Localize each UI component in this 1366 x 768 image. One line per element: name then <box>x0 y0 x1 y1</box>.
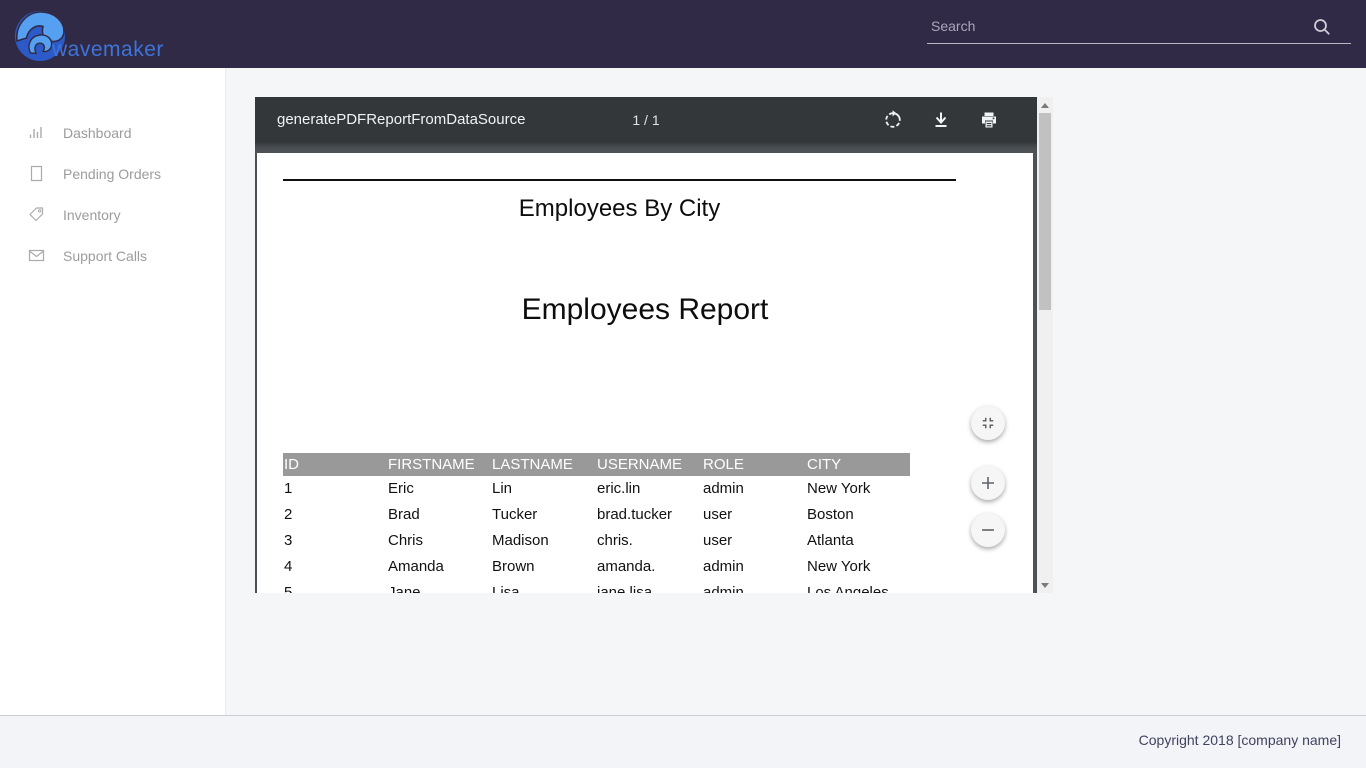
sidebar-item-inventory[interactable]: Inventory <box>0 194 225 235</box>
column-header: FIRSTNAME <box>387 453 491 476</box>
sidebar-item-label: Inventory <box>63 207 121 223</box>
table-row: 1 Eric Lin eric.lin admin New York <box>283 476 910 502</box>
table-cell: Jane <box>387 580 491 593</box>
report-header-rule <box>283 179 956 181</box>
table-cell: user <box>702 528 806 554</box>
copyright-text: Copyright 2018 [company name] <box>1139 732 1341 748</box>
table-cell: admin <box>702 554 806 580</box>
table-cell: brad.tucker <box>596 502 702 528</box>
column-header: LASTNAME <box>491 453 596 476</box>
table-cell: admin <box>702 476 806 502</box>
sidebar-nav: Dashboard Pending Orders Inventory Suppo… <box>0 68 226 715</box>
print-icon[interactable] <box>977 108 1001 132</box>
search-box <box>927 14 1351 50</box>
table-cell: Lin <box>491 476 596 502</box>
table-cell: New York <box>806 476 910 502</box>
scroll-down-icon[interactable] <box>1037 577 1053 593</box>
table-cell: Eric <box>387 476 491 502</box>
pdf-toolbar: generatePDFReportFromDataSource 1 / 1 <box>255 97 1037 143</box>
table-cell: Boston <box>806 502 910 528</box>
minus-icon <box>980 522 996 538</box>
table-cell: user <box>702 502 806 528</box>
table-row: 2 Brad Tucker brad.tucker user Boston <box>283 502 910 528</box>
rotate-icon[interactable] <box>881 108 905 132</box>
employees-table: ID FIRSTNAME LASTNAME USERNAME ROLE CITY… <box>283 453 910 593</box>
table-cell: chris. <box>596 528 702 554</box>
sidebar-item-dashboard[interactable]: Dashboard <box>0 112 225 153</box>
fit-to-page-icon <box>979 414 997 432</box>
table-cell: admin <box>702 580 806 593</box>
bar-chart-icon <box>28 124 45 141</box>
scrollbar-thumb[interactable] <box>1039 113 1051 310</box>
table-cell: jane.lisa <box>596 580 702 593</box>
table-cell: eric.lin <box>596 476 702 502</box>
envelope-icon <box>28 247 45 264</box>
table-row: 4 Amanda Brown amanda. admin New York <box>283 554 910 580</box>
zoom-out-button[interactable] <box>971 513 1005 547</box>
table-cell: amanda. <box>596 554 702 580</box>
plus-icon <box>980 475 996 491</box>
column-header: ROLE <box>702 453 806 476</box>
table-row: 5 Jane Lisa jane.lisa admin Los Angeles <box>283 580 910 593</box>
search-input[interactable] <box>927 14 1351 44</box>
table-cell: New York <box>806 554 910 580</box>
table-cell: Brown <box>491 554 596 580</box>
column-header: USERNAME <box>596 453 702 476</box>
table-cell: Chris <box>387 528 491 554</box>
table-cell: Amanda <box>387 554 491 580</box>
pdf-document-area: Employees By City Employees Report ID FI… <box>255 143 1037 593</box>
table-cell: 5 <box>283 580 387 593</box>
pdf-scrollbar[interactable] <box>1037 97 1053 593</box>
table-cell: 1 <box>283 476 387 502</box>
pdf-viewer: generatePDFReportFromDataSource 1 / 1 <box>255 97 1053 593</box>
fit-to-page-button[interactable] <box>971 406 1005 440</box>
table-cell: 4 <box>283 554 387 580</box>
table-cell: 2 <box>283 502 387 528</box>
table-cell: Tucker <box>491 502 596 528</box>
pdf-viewer-pane: generatePDFReportFromDataSource 1 / 1 <box>255 97 1037 593</box>
scroll-up-icon[interactable] <box>1037 97 1053 113</box>
table-cell: Lisa <box>491 580 596 593</box>
zoom-in-button[interactable] <box>971 466 1005 500</box>
sidebar-item-label: Pending Orders <box>63 166 161 182</box>
table-cell: Madison <box>491 528 596 554</box>
sidebar-item-label: Dashboard <box>63 125 132 141</box>
pdf-page: Employees By City Employees Report ID FI… <box>257 153 1033 593</box>
sidebar-item-label: Support Calls <box>63 248 147 264</box>
app-footer: Copyright 2018 [company name] <box>0 715 1366 768</box>
main-content: generatePDFReportFromDataSource 1 / 1 <box>227 68 1366 715</box>
download-icon[interactable] <box>929 108 953 132</box>
tag-icon <box>28 206 45 223</box>
wavemaker-logo[interactable]: wavemaker <box>14 8 214 64</box>
document-icon <box>28 165 45 182</box>
search-icon[interactable] <box>1313 18 1331 36</box>
column-header: CITY <box>806 453 910 476</box>
pdf-toolbar-actions <box>881 97 1001 143</box>
table-cell: Atlanta <box>806 528 910 554</box>
column-header: ID <box>283 453 387 476</box>
table-cell: Brad <box>387 502 491 528</box>
sidebar-item-support-calls[interactable]: Support Calls <box>0 235 225 276</box>
logo-wordmark: wavemaker <box>52 38 164 62</box>
report-title: Employees Report <box>257 293 1033 327</box>
table-cell: 3 <box>283 528 387 554</box>
table-row: 3 Chris Madison chris. user Atlanta <box>283 528 910 554</box>
sidebar-item-pending-orders[interactable]: Pending Orders <box>0 153 225 194</box>
report-subtitle: Employees By City <box>283 195 956 223</box>
table-header-row: ID FIRSTNAME LASTNAME USERNAME ROLE CITY <box>283 453 910 476</box>
table-cell: Los Angeles <box>806 580 910 593</box>
app-header: wavemaker <box>0 0 1366 68</box>
